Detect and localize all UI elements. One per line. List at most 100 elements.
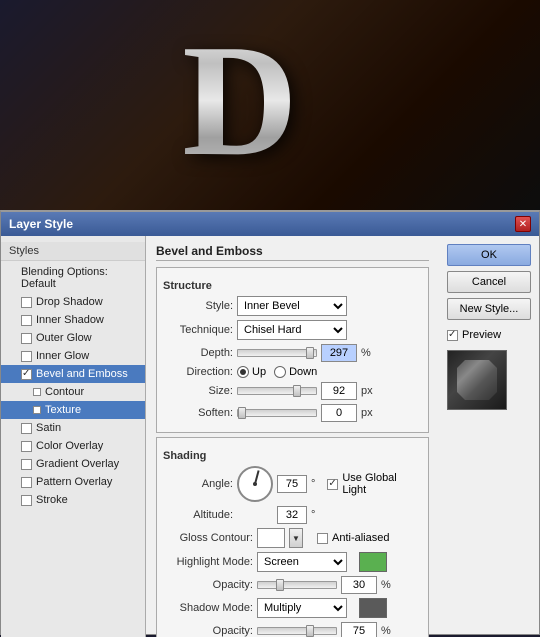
bevel-emboss-item[interactable]: Bevel and Emboss bbox=[1, 365, 145, 383]
structure-title: Structure bbox=[163, 280, 422, 292]
size-row: Size: 92 px bbox=[163, 382, 422, 400]
soften-slider[interactable] bbox=[237, 409, 317, 417]
gradient-overlay-checkbox[interactable] bbox=[21, 459, 32, 470]
highlight-opacity-thumb[interactable] bbox=[276, 579, 284, 591]
gloss-contour-dropdown[interactable]: ▼ bbox=[289, 528, 303, 548]
highlight-color-swatch[interactable] bbox=[359, 552, 387, 572]
altitude-unit: ° bbox=[311, 509, 315, 521]
new-style-button[interactable]: New Style... bbox=[447, 298, 531, 320]
inner-glow-checkbox[interactable] bbox=[21, 351, 32, 362]
direction-down-radio[interactable] bbox=[274, 366, 286, 378]
depth-input[interactable]: 297 bbox=[321, 344, 357, 362]
ok-button[interactable]: OK bbox=[447, 244, 531, 266]
shading-section: Shading Angle: 75 ° Use Global Light bbox=[156, 437, 429, 637]
bevel-emboss-checkbox[interactable] bbox=[21, 369, 32, 380]
depth-label: Depth: bbox=[163, 347, 233, 359]
styles-header: Styles bbox=[1, 242, 145, 261]
main-panel: Bevel and Emboss Structure Style: Inner … bbox=[146, 236, 439, 637]
cancel-button[interactable]: Cancel bbox=[447, 271, 531, 293]
depth-slider-thumb[interactable] bbox=[306, 347, 314, 359]
angle-input[interactable]: 75 bbox=[277, 475, 307, 493]
anti-aliased-checkbox[interactable] bbox=[317, 533, 328, 544]
contour-item[interactable]: Contour bbox=[1, 383, 145, 401]
technique-select[interactable]: Chisel Hard bbox=[237, 320, 347, 340]
size-slider[interactable] bbox=[237, 387, 317, 395]
blending-options-item[interactable]: Blending Options: Default bbox=[1, 263, 145, 293]
satin-checkbox[interactable] bbox=[21, 423, 32, 434]
shadow-opacity-label: Opacity: bbox=[163, 625, 253, 637]
satin-item[interactable]: Satin bbox=[1, 419, 145, 437]
shadow-mode-label: Shadow Mode: bbox=[163, 602, 253, 614]
close-button[interactable]: ✕ bbox=[515, 216, 531, 232]
shadow-mode-row: Shadow Mode: Multiply bbox=[163, 598, 422, 618]
altitude-input[interactable]: 32 bbox=[277, 506, 307, 524]
soften-label: Soften: bbox=[163, 407, 233, 419]
inner-shadow-checkbox[interactable] bbox=[21, 315, 32, 326]
outer-glow-checkbox[interactable] bbox=[21, 333, 32, 344]
soften-slider-thumb[interactable] bbox=[238, 407, 246, 419]
highlight-mode-select[interactable]: Screen bbox=[257, 552, 347, 572]
size-slider-thumb[interactable] bbox=[293, 385, 301, 397]
direction-up-item[interactable]: Up bbox=[237, 366, 266, 378]
size-input[interactable]: 92 bbox=[321, 382, 357, 400]
contour-label: Contour bbox=[45, 386, 84, 398]
highlight-opacity-slider[interactable] bbox=[257, 581, 337, 589]
angle-dial[interactable] bbox=[237, 466, 273, 502]
stroke-item[interactable]: Stroke bbox=[1, 491, 145, 509]
highlight-opacity-row: Opacity: 30 % bbox=[163, 576, 422, 594]
direction-up-label: Up bbox=[252, 366, 266, 378]
shadow-opacity-slider[interactable] bbox=[257, 627, 337, 635]
gradient-overlay-item[interactable]: Gradient Overlay bbox=[1, 455, 145, 473]
left-panel: Styles Blending Options: Default Drop Sh… bbox=[1, 236, 146, 637]
texture-checkbox[interactable] bbox=[33, 406, 41, 414]
technique-label: Technique: bbox=[163, 324, 233, 336]
outer-glow-item[interactable]: Outer Glow bbox=[1, 329, 145, 347]
soften-row: Soften: 0 px bbox=[163, 404, 422, 422]
contour-checkbox[interactable] bbox=[33, 388, 41, 396]
stroke-checkbox[interactable] bbox=[21, 495, 32, 506]
direction-up-radio[interactable] bbox=[237, 366, 249, 378]
satin-label: Satin bbox=[36, 422, 61, 434]
altitude-row: Altitude: 32 ° bbox=[163, 506, 422, 524]
style-label: Style: bbox=[163, 300, 233, 312]
structure-section: Structure Style: Inner Bevel Technique: … bbox=[156, 267, 429, 433]
pattern-overlay-checkbox[interactable] bbox=[21, 477, 32, 488]
dialog-title: Layer Style bbox=[9, 217, 73, 231]
pattern-overlay-label: Pattern Overlay bbox=[36, 476, 112, 488]
highlight-mode-label: Highlight Mode: bbox=[163, 556, 253, 568]
texture-item[interactable]: Texture bbox=[1, 401, 145, 419]
outer-glow-label: Outer Glow bbox=[36, 332, 92, 344]
shadow-mode-select[interactable]: Multiply bbox=[257, 598, 347, 618]
gloss-contour-label: Gloss Contour: bbox=[163, 532, 253, 544]
soften-input[interactable]: 0 bbox=[321, 404, 357, 422]
preview-label: Preview bbox=[462, 329, 501, 341]
color-overlay-label: Color Overlay bbox=[36, 440, 103, 452]
color-overlay-checkbox[interactable] bbox=[21, 441, 32, 452]
gloss-contour-preview[interactable] bbox=[257, 528, 285, 548]
inner-shadow-item[interactable]: Inner Shadow bbox=[1, 311, 145, 329]
style-preview-thumbnail bbox=[447, 350, 507, 410]
highlight-opacity-input[interactable]: 30 bbox=[341, 576, 377, 594]
depth-row: Depth: 297 % bbox=[163, 344, 422, 362]
preview-letter: D bbox=[182, 8, 298, 193]
depth-slider[interactable] bbox=[237, 349, 317, 357]
size-label: Size: bbox=[163, 385, 233, 397]
direction-down-item[interactable]: Down bbox=[274, 366, 317, 378]
preview-checkbox[interactable] bbox=[447, 330, 458, 341]
angle-row: Angle: 75 ° Use Global Light bbox=[163, 466, 422, 502]
pattern-overlay-item[interactable]: Pattern Overlay bbox=[1, 473, 145, 491]
color-overlay-item[interactable]: Color Overlay bbox=[1, 437, 145, 455]
size-unit: px bbox=[361, 385, 373, 397]
stroke-label: Stroke bbox=[36, 494, 68, 506]
global-light-checkbox[interactable] bbox=[327, 479, 338, 490]
inner-glow-item[interactable]: Inner Glow bbox=[1, 347, 145, 365]
texture-label: Texture bbox=[45, 404, 81, 416]
drop-shadow-item[interactable]: Drop Shadow bbox=[1, 293, 145, 311]
shading-title: Shading bbox=[163, 450, 422, 462]
technique-row: Technique: Chisel Hard bbox=[163, 320, 422, 340]
dialog-titlebar: Layer Style ✕ bbox=[1, 212, 539, 236]
drop-shadow-checkbox[interactable] bbox=[21, 297, 32, 308]
style-select[interactable]: Inner Bevel bbox=[237, 296, 347, 316]
shadow-color-swatch[interactable] bbox=[359, 598, 387, 618]
shadow-opacity-thumb[interactable] bbox=[306, 625, 314, 637]
